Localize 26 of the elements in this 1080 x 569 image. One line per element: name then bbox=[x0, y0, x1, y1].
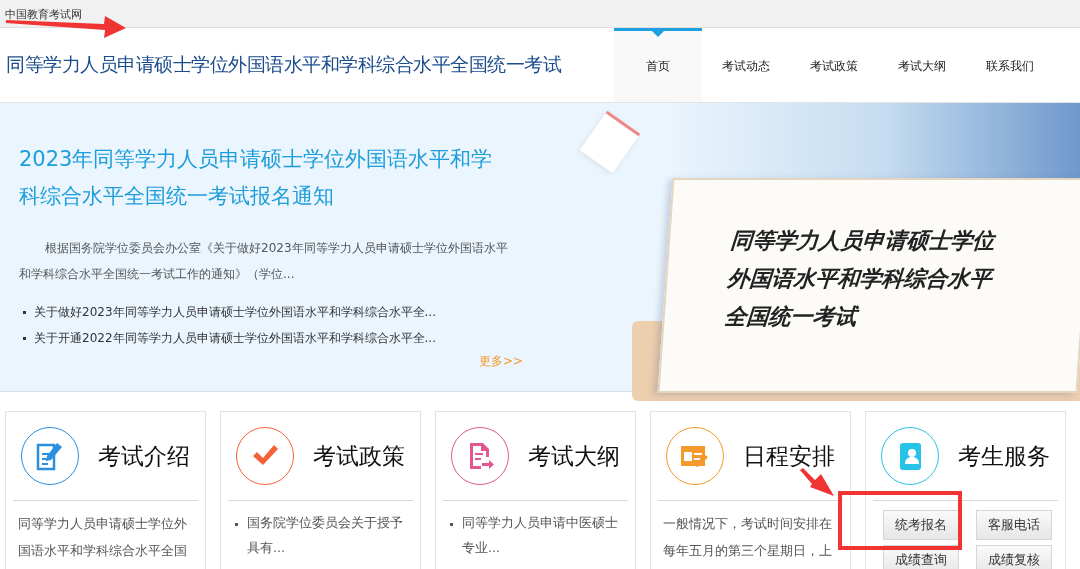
news-link[interactable]: 关于做好2023年同等学力人员申请硕士学位外国语水平和学科综合水平全... bbox=[34, 303, 436, 321]
card-description: 同等学力人员申请硕士学位外国语水平和学科综合水平全国 bbox=[18, 515, 188, 560]
certificate-text: 全国统一考试 bbox=[723, 303, 861, 331]
card-title[interactable]: 考生服务 bbox=[939, 440, 1050, 472]
notice-summary: 根据国务院学位委员会办公室《关于做好2023年同等学力人员申请硕士学位外国语水平和学科综合水平全国统一考试工作的通知》（学位... bbox=[19, 240, 509, 283]
nav-tab[interactable]: 考试大纲 bbox=[878, 28, 966, 102]
service-button[interactable]: 统考报名 bbox=[883, 510, 959, 540]
page-title: 同等学力人员申请硕士学位外国语水平和学科综合水平全国统一考试 bbox=[5, 52, 562, 77]
nav-tab[interactable]: 考试动态 bbox=[702, 28, 790, 102]
service-button[interactable]: 成绩复核 bbox=[976, 545, 1052, 569]
card-title[interactable]: 考试政策 bbox=[294, 440, 405, 472]
annotation-arrow bbox=[800, 468, 834, 496]
policy-link[interactable]: 同等学力人员申请中医硕士专业... bbox=[462, 510, 623, 560]
policy-link[interactable]: 国务院学位委员会关于授予具有... bbox=[247, 510, 408, 560]
card-title[interactable]: 考试大纲 bbox=[509, 440, 620, 472]
nav-tab[interactable]: 联系我们 bbox=[966, 28, 1054, 102]
site-name[interactable]: 中国教育考试网 bbox=[5, 8, 82, 21]
nav-tab[interactable]: 考试政策 bbox=[790, 28, 878, 102]
card-description: 一般情况下，考试时间安排在每年五月的第三个星期日，上 bbox=[663, 515, 833, 560]
service-button[interactable]: 客服电话 bbox=[976, 510, 1052, 540]
nav-tab[interactable]: 首页 bbox=[614, 28, 702, 102]
certificate-text: 外国语水平和学科综合水平 bbox=[726, 265, 996, 293]
card-title[interactable]: 日程安排 bbox=[724, 440, 835, 472]
certificate-text: 同等学力人员申请硕士学位 bbox=[728, 227, 998, 255]
news-link[interactable]: 关于开通2022年同等学力人员申请硕士学位外国语水平和学科综合水平全... bbox=[34, 329, 436, 347]
card-title[interactable]: 考试介绍 bbox=[79, 440, 190, 472]
